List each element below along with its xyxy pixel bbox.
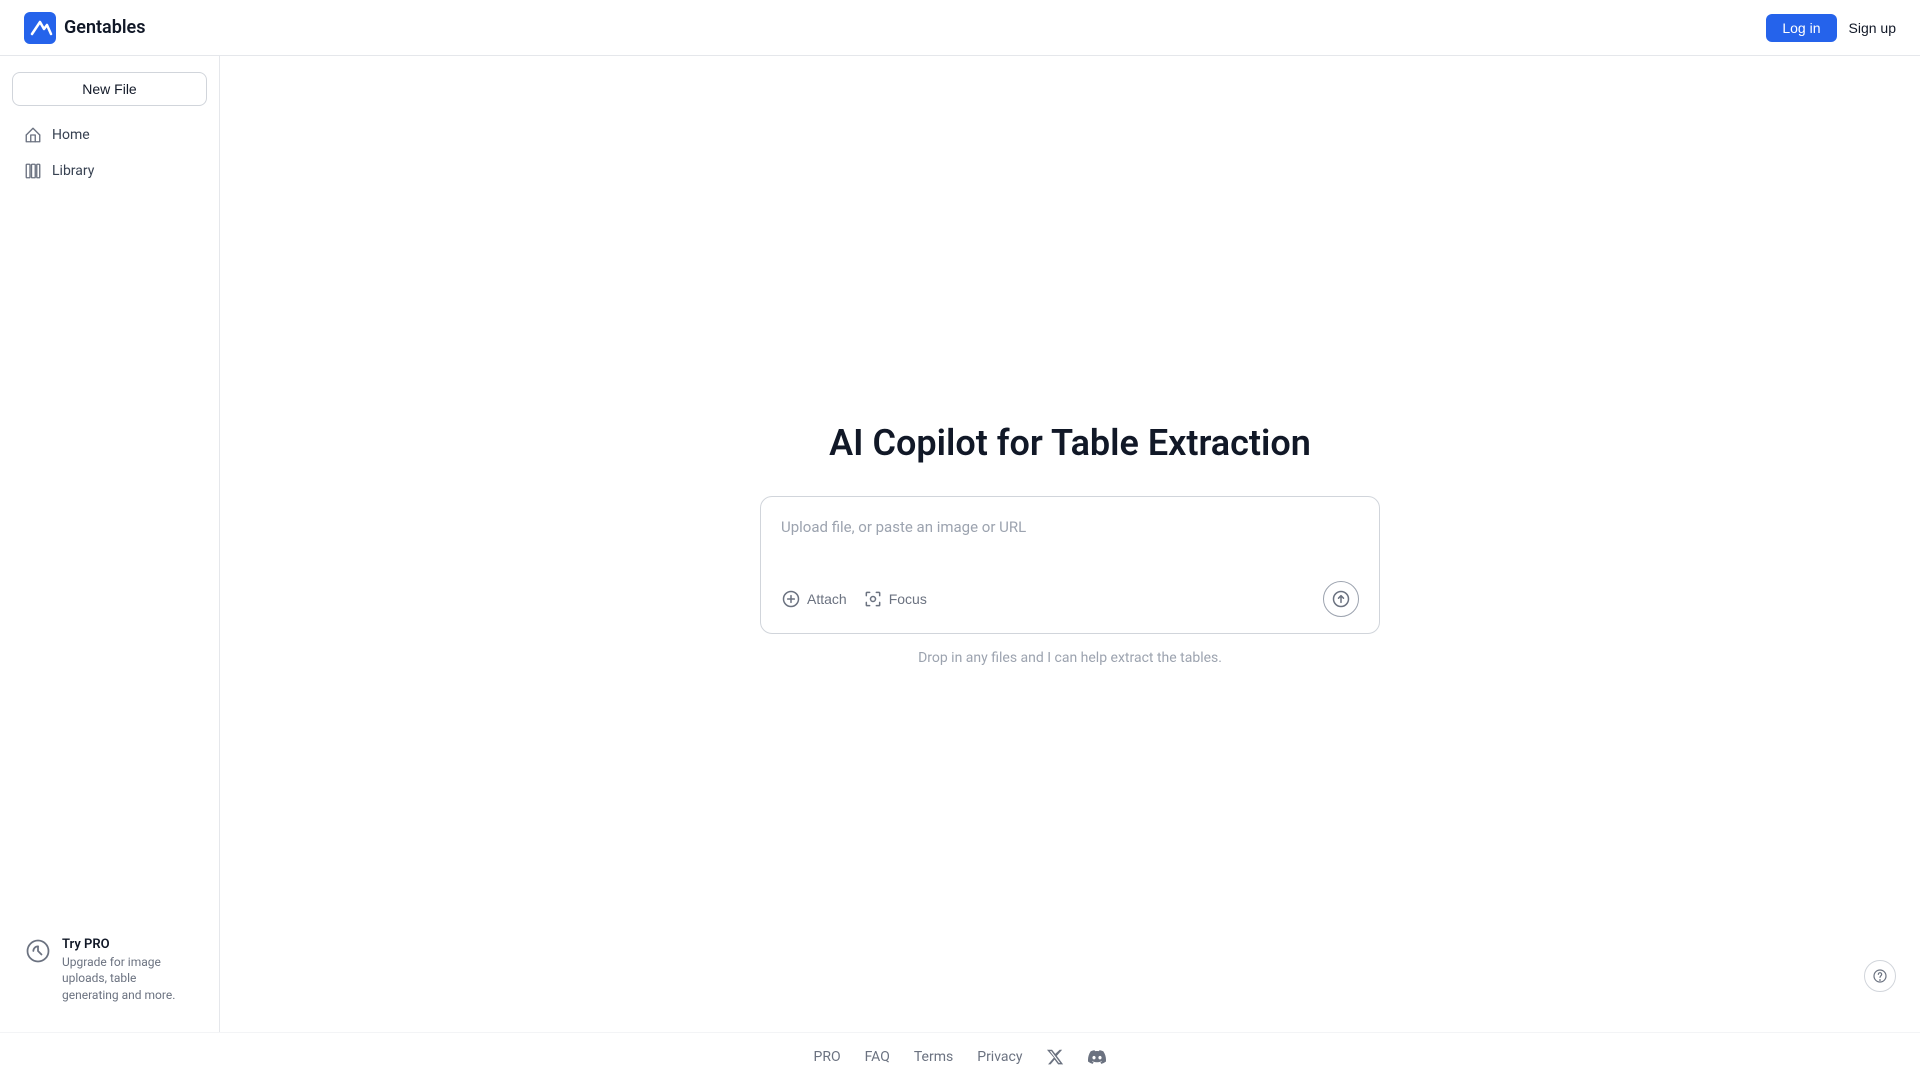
upload-placeholder: Upload file, or paste an image or URL <box>781 518 1026 536</box>
sidebar-item-home-label: Home <box>52 127 90 143</box>
help-icon <box>1872 968 1888 984</box>
main-content: AI Copilot for Table Extraction Upload f… <box>220 56 1920 1032</box>
logo-icon <box>24 12 56 44</box>
page-title: AI Copilot for Table Extraction <box>829 422 1311 464</box>
footer-terms-link[interactable]: Terms <box>914 1049 953 1065</box>
drop-hint: Drop in any files and I can help extract… <box>918 650 1222 666</box>
attach-icon <box>781 589 801 609</box>
upload-actions: Attach Focus <box>781 581 1359 617</box>
app-name: Gentables <box>64 17 145 38</box>
new-file-button[interactable]: New File <box>12 72 207 106</box>
focus-label: Focus <box>889 591 927 607</box>
main-layout: New File Home Library <box>0 56 1920 1032</box>
discord-icon[interactable] <box>1088 1048 1106 1066</box>
pro-icon <box>24 937 52 965</box>
attach-label: Attach <box>807 591 847 607</box>
focus-icon <box>863 589 883 609</box>
sidebar: New File Home Library <box>0 56 220 1032</box>
header-actions: Log in Sign up <box>1766 14 1896 42</box>
submit-button[interactable] <box>1323 581 1359 617</box>
upload-left-actions: Attach Focus <box>781 589 927 609</box>
signup-button[interactable]: Sign up <box>1849 20 1896 36</box>
sidebar-item-library[interactable]: Library <box>12 154 207 188</box>
try-pro-text-area: Try PRO Upgrade for image uploads, table… <box>62 937 195 1004</box>
header: Gentables Log in Sign up <box>0 0 1920 56</box>
footer: PRO FAQ Terms Privacy <box>0 1032 1920 1080</box>
sidebar-item-library-label: Library <box>52 163 94 179</box>
login-button[interactable]: Log in <box>1766 14 1836 42</box>
home-icon <box>24 126 42 144</box>
try-pro-section[interactable]: Try PRO Upgrade for image uploads, table… <box>12 925 207 1016</box>
try-pro-title: Try PRO <box>62 937 195 952</box>
upload-box: Upload file, or paste an image or URL At… <box>760 496 1380 634</box>
library-icon <box>24 162 42 180</box>
submit-icon <box>1331 589 1351 609</box>
twitter-icon[interactable] <box>1046 1048 1064 1066</box>
footer-faq-link[interactable]: FAQ <box>865 1049 890 1065</box>
focus-button[interactable]: Focus <box>863 589 927 609</box>
attach-button[interactable]: Attach <box>781 589 847 609</box>
upload-input-area[interactable]: Upload file, or paste an image or URL <box>781 517 1359 565</box>
help-button[interactable] <box>1864 960 1896 992</box>
sidebar-nav: Home Library <box>12 118 207 188</box>
footer-pro-link[interactable]: PRO <box>814 1049 841 1065</box>
sidebar-item-home[interactable]: Home <box>12 118 207 152</box>
logo-area: Gentables <box>24 12 145 44</box>
footer-privacy-link[interactable]: Privacy <box>977 1049 1022 1065</box>
try-pro-description: Upgrade for image uploads, table generat… <box>62 954 195 1004</box>
